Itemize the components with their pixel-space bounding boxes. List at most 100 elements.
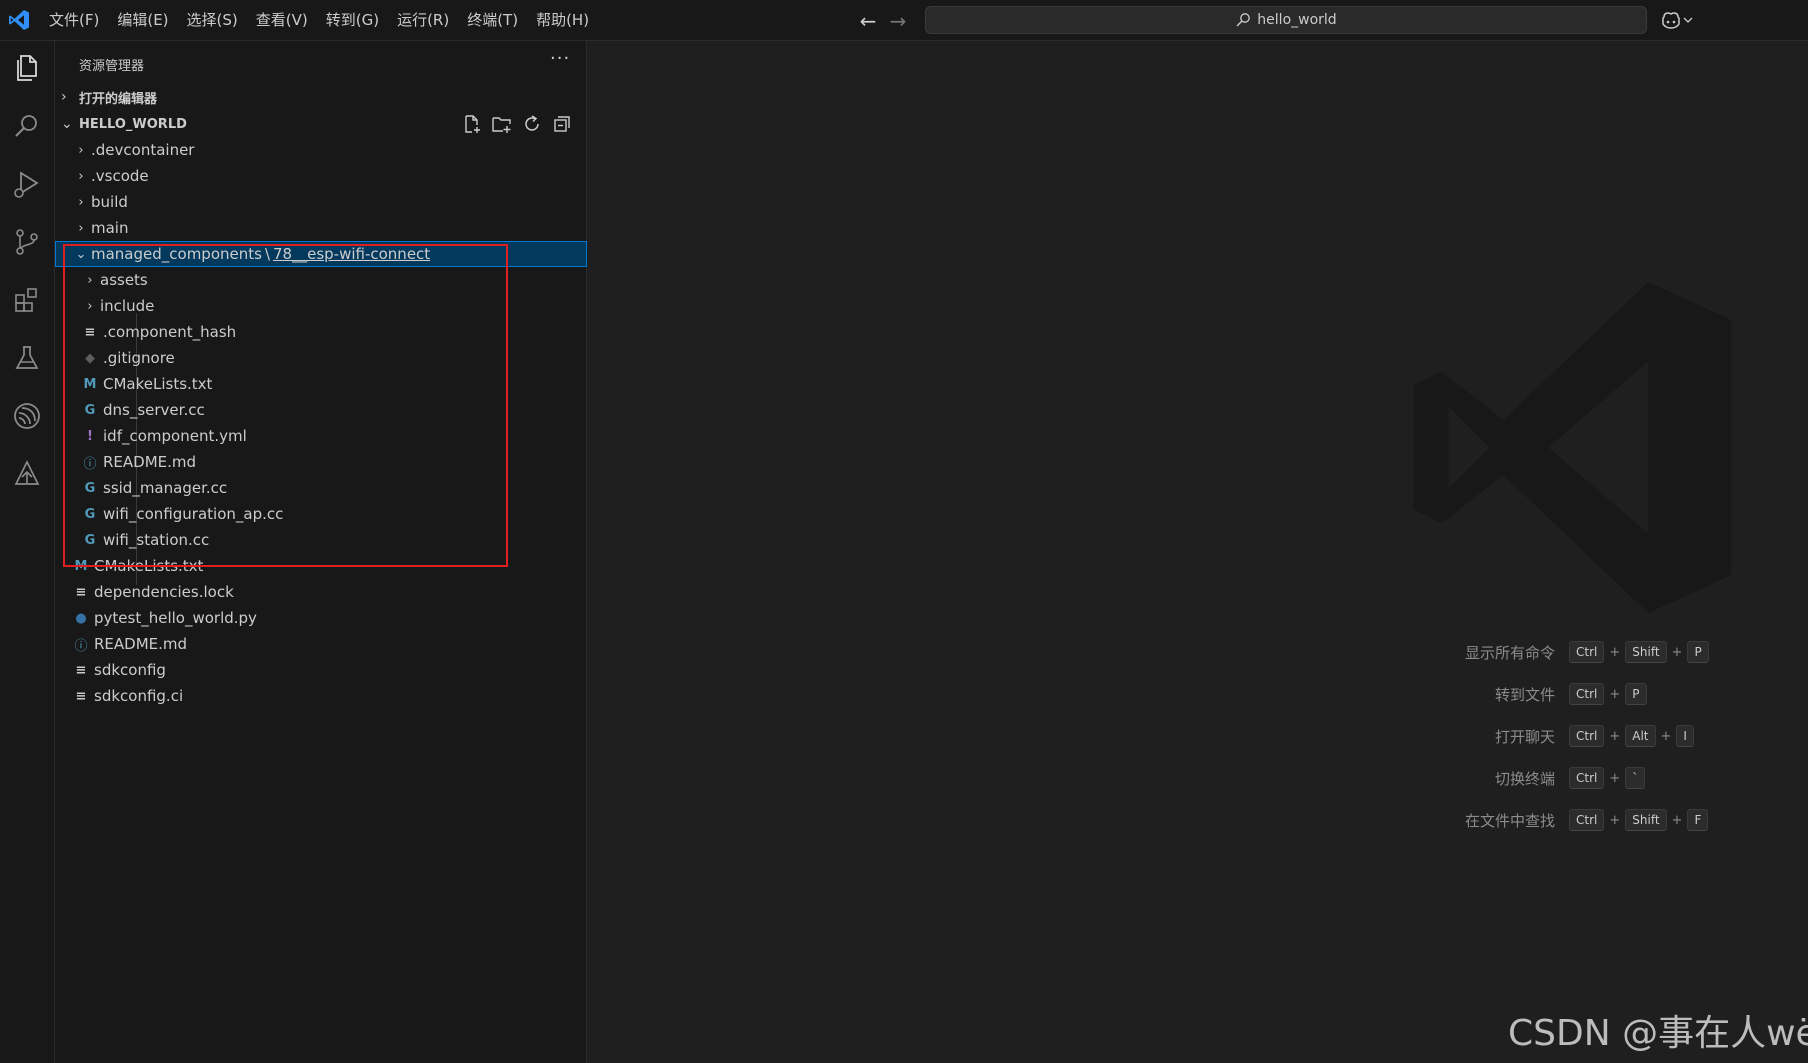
tree-file-dns-server[interactable]: G dns_server.cc <box>55 397 587 423</box>
menu-edit[interactable]: 编辑(E) <box>108 0 177 41</box>
open-editors-section[interactable]: › 打开的编辑器 <box>55 84 587 110</box>
source-control-icon[interactable] <box>10 225 44 259</box>
tree-folder-include[interactable]: › include <box>55 293 587 319</box>
shortcut-label: 显示所有命令 <box>1464 643 1555 662</box>
text-file-icon: ≡ <box>75 688 87 704</box>
run-debug-icon[interactable] <box>10 167 44 201</box>
tree-item-label: main <box>91 219 129 237</box>
tree-file-cmakelists-root[interactable]: M CMakeLists.txt <box>55 553 587 579</box>
key-plus: + <box>1609 686 1621 702</box>
tree-item-label: README.md <box>103 453 197 471</box>
espressif-icon[interactable] <box>10 399 44 433</box>
refresh-icon[interactable] <box>521 113 543 135</box>
shortcut-label: 打开聊天 <box>1494 727 1555 746</box>
key-plus: + <box>1609 812 1621 828</box>
tree-item-label: managed_components <box>91 245 262 263</box>
cpp-file-icon: G <box>84 480 96 496</box>
workspace-label: HELLO_WORLD <box>79 116 187 132</box>
cpp-file-icon: G <box>84 402 96 418</box>
more-actions-icon[interactable]: ··· <box>550 48 570 69</box>
shortcut-toggle-terminal[interactable]: 切换终端 Ctrl + ` <box>1440 766 1646 790</box>
tree-folder-build[interactable]: › build <box>55 189 587 215</box>
tree-item-label: CMakeLists.txt <box>103 375 213 393</box>
new-file-icon[interactable] <box>461 113 483 135</box>
tree-file-ssid-manager[interactable]: G ssid_manager.cc <box>55 475 587 501</box>
back-arrow-icon[interactable]: ← <box>856 9 880 33</box>
menu-view[interactable]: 查看(V) <box>247 0 317 41</box>
tree-item-label: .vscode <box>91 167 149 185</box>
chevron-right-icon: › <box>78 142 84 158</box>
idf-extension-icon[interactable] <box>10 457 44 491</box>
text-file-icon: ≡ <box>75 662 87 678</box>
tree-item-label: idf_component.yml <box>103 427 247 445</box>
tree-file-readme-root[interactable]: ⓘ README.md <box>55 631 587 657</box>
tree-file-sdkconfig[interactable]: ≡ sdkconfig <box>55 657 587 683</box>
menu-terminal[interactable]: 终端(T) <box>458 0 527 41</box>
tree-item-label: build <box>91 193 128 211</box>
collapse-all-icon[interactable] <box>551 113 573 135</box>
tree-folder-managed-components[interactable]: ⌄ managed_components \ 78__esp-wifi-conn… <box>55 241 587 267</box>
tree-folder-main[interactable]: › main <box>55 215 587 241</box>
extensions-icon[interactable] <box>10 283 44 317</box>
csdn-watermark: CSDN @事在人wëi <box>1508 1013 1808 1054</box>
key-cap: Shift <box>1625 641 1667 663</box>
copilot-button[interactable] <box>1660 8 1700 32</box>
tree-item-label: wifi_station.cc <box>103 531 210 549</box>
key-cap: Ctrl <box>1569 767 1605 789</box>
tree-file-pytest-hello-world[interactable]: ● pytest_hello_world.py <box>55 605 587 631</box>
shortcut-find-in-files[interactable]: 在文件中查找 Ctrl + Shift + F <box>1440 808 1709 832</box>
command-center-search[interactable]: hello_world <box>925 6 1647 34</box>
explorer-icon[interactable] <box>10 51 44 85</box>
chevron-right-icon: › <box>78 168 84 184</box>
tree-folder-assets[interactable]: › assets <box>55 267 587 293</box>
copilot-icon <box>1662 12 1680 29</box>
explorer-actions <box>461 113 573 135</box>
tree-file-wifi-station[interactable]: G wifi_station.cc <box>55 527 587 553</box>
python-file-icon: ● <box>75 610 87 626</box>
tree-file-dependencies-lock[interactable]: ≡ dependencies.lock <box>55 579 587 605</box>
menu-file[interactable]: 文件(F) <box>40 0 108 41</box>
info-file-icon: ⓘ <box>74 638 88 654</box>
tree-file-readme-component[interactable]: ⓘ README.md <box>55 449 587 475</box>
tree-file-cmakelists-component[interactable]: M CMakeLists.txt <box>55 371 587 397</box>
menu-run[interactable]: 运行(R) <box>388 0 458 41</box>
tree-item-label: pytest_hello_world.py <box>94 609 257 627</box>
tree-folder-devcontainer[interactable]: › .devcontainer <box>55 137 587 163</box>
new-folder-icon[interactable] <box>491 113 513 135</box>
command-center-text: hello_world <box>1257 12 1337 28</box>
key-cap: P <box>1687 641 1709 663</box>
git-file-icon: ◆ <box>85 350 95 366</box>
workspace-section[interactable]: ⌄ HELLO_WORLD <box>55 111 587 137</box>
key-cap: Alt <box>1625 725 1656 747</box>
forward-arrow-icon[interactable]: → <box>886 9 910 33</box>
tree-file-wifi-configuration-ap[interactable]: G wifi_configuration_ap.cc <box>55 501 587 527</box>
menu-help[interactable]: 帮助(H) <box>527 0 598 41</box>
explorer-sidebar: 资源管理器 ··· › 打开的编辑器 ⌄ HELLO_WORLD › .devc… <box>55 41 587 1063</box>
key-plus: + <box>1609 770 1621 786</box>
search-activity-icon[interactable] <box>10 109 44 143</box>
shortcut-open-chat[interactable]: 打开聊天 Ctrl + Alt + I <box>1440 724 1694 748</box>
chevron-right-icon: › <box>87 272 93 288</box>
tree-file-component-hash[interactable]: ≡ .component_hash <box>55 319 587 345</box>
shortcut-show-all-commands[interactable]: 显示所有命令 Ctrl + Shift + P <box>1440 640 1709 664</box>
menu-go[interactable]: 转到(G) <box>317 0 388 41</box>
shortcut-label: 在文件中查找 <box>1464 811 1555 830</box>
testing-flask-icon[interactable] <box>10 341 44 375</box>
info-file-icon: ⓘ <box>83 456 97 472</box>
tree-file-sdkconfig-ci[interactable]: ≡ sdkconfig.ci <box>55 683 587 709</box>
activity-bar <box>0 41 55 1063</box>
tree-file-idf-component-yml[interactable]: ! idf_component.yml <box>55 423 587 449</box>
chevron-down-icon <box>1683 17 1693 23</box>
tree-folder-vscode[interactable]: › .vscode <box>55 163 587 189</box>
tree-item-label: ssid_manager.cc <box>103 479 228 497</box>
tree-file-gitignore[interactable]: ◆ .gitignore <box>55 345 587 371</box>
tree-item-label: assets <box>100 271 148 289</box>
compact-folder-crumb[interactable]: 78__esp-wifi-connect <box>273 245 430 263</box>
key-cap: Ctrl <box>1569 641 1605 663</box>
search-icon <box>1236 13 1251 27</box>
key-plus: + <box>1609 644 1621 660</box>
menu-selection[interactable]: 选择(S) <box>178 0 247 41</box>
key-plus: + <box>1609 728 1621 744</box>
tree-item-label: dependencies.lock <box>94 583 234 601</box>
shortcut-go-to-file[interactable]: 转到文件 Ctrl + P <box>1440 682 1647 706</box>
